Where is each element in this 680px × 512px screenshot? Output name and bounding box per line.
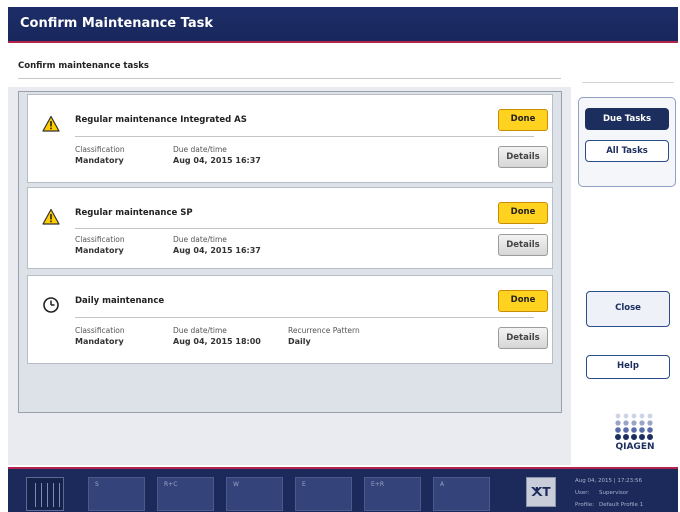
- details-button[interactable]: Details: [498, 327, 548, 349]
- user-label: User:: [575, 490, 590, 496]
- divider: [75, 228, 534, 229]
- tools-icon[interactable]: ⵅT: [526, 477, 556, 507]
- main-panel: Confirm maintenance tasks Regular mainte…: [8, 45, 571, 465]
- taskbar-slot-er[interactable]: E+R: [364, 477, 421, 511]
- done-button[interactable]: Done: [498, 202, 548, 224]
- classification-value: Mandatory: [75, 337, 124, 346]
- task-list[interactable]: Regular maintenance Integrated AS Done C…: [18, 91, 562, 413]
- side-panel: Due Tasks All Tasks Close Help: [572, 45, 678, 465]
- taskbar: S R+C W E E+R A ⵅT Aug 04, 2015 | 17:23:…: [8, 467, 678, 512]
- datetime-text: Aug 04, 2015 | 17:23:56: [575, 478, 643, 484]
- task-card: Daily maintenance Done Classification Ma…: [27, 275, 553, 364]
- classification-label: Classification: [75, 235, 125, 244]
- task-title: Daily maintenance: [75, 296, 165, 306]
- grid-view-icon[interactable]: [26, 477, 64, 511]
- done-button[interactable]: Done: [498, 290, 548, 312]
- due-tasks-button[interactable]: Due Tasks: [585, 108, 669, 130]
- done-button[interactable]: Done: [498, 109, 548, 131]
- recurrence-label: Recurrence Pattern: [288, 326, 360, 335]
- divider: [582, 82, 674, 83]
- due-value: Aug 04, 2015 16:37: [173, 156, 261, 165]
- classification-label: Classification: [75, 145, 125, 154]
- task-card: Regular maintenance Integrated AS Done C…: [27, 94, 553, 183]
- title-bar: Confirm Maintenance Task: [8, 7, 678, 43]
- details-button[interactable]: Details: [498, 234, 548, 256]
- help-button[interactable]: Help: [586, 355, 670, 379]
- classification-value: Mandatory: [75, 156, 124, 165]
- classification-label: Classification: [75, 326, 125, 335]
- main-header: Confirm maintenance tasks: [8, 45, 571, 87]
- divider: [75, 136, 534, 137]
- recurrence-value: Daily: [288, 337, 311, 346]
- divider: [18, 78, 561, 79]
- task-title: Regular maintenance SP: [75, 208, 193, 218]
- warning-icon: [42, 208, 60, 226]
- due-label: Due date/time: [173, 326, 227, 335]
- page-title: Confirm maintenance tasks: [18, 61, 149, 71]
- divider: [75, 317, 534, 318]
- all-tasks-button[interactable]: All Tasks: [585, 140, 669, 162]
- logo-dots-icon: [615, 413, 653, 440]
- logo-text: QIAGEN: [615, 442, 655, 452]
- warning-icon: [42, 115, 60, 133]
- clock-icon: [42, 296, 60, 314]
- due-label: Due date/time: [173, 235, 227, 244]
- profile-label: Profile:: [575, 502, 594, 508]
- taskbar-slot-s[interactable]: S: [88, 477, 145, 511]
- user-value: Supervisor: [599, 490, 629, 496]
- due-label: Due date/time: [173, 145, 227, 154]
- taskbar-slot-w[interactable]: W: [226, 477, 283, 511]
- due-value: Aug 04, 2015 16:37: [173, 246, 261, 255]
- task-title: Regular maintenance Integrated AS: [75, 115, 247, 125]
- taskbar-slot-e[interactable]: E: [295, 477, 352, 511]
- task-filter-group: Due Tasks All Tasks: [578, 97, 676, 187]
- profile-value: Default Profile 1: [599, 502, 644, 508]
- taskbar-slot-a[interactable]: A: [433, 477, 490, 511]
- details-button[interactable]: Details: [498, 146, 548, 168]
- window-title: Confirm Maintenance Task: [20, 16, 213, 31]
- due-value: Aug 04, 2015 18:00: [173, 337, 261, 346]
- task-card: Regular maintenance SP Done Classificati…: [27, 187, 553, 269]
- close-button[interactable]: Close: [586, 291, 670, 327]
- classification-value: Mandatory: [75, 246, 124, 255]
- taskbar-slot-rc[interactable]: R+C: [157, 477, 214, 511]
- qiagen-logo: QIAGEN: [612, 412, 658, 452]
